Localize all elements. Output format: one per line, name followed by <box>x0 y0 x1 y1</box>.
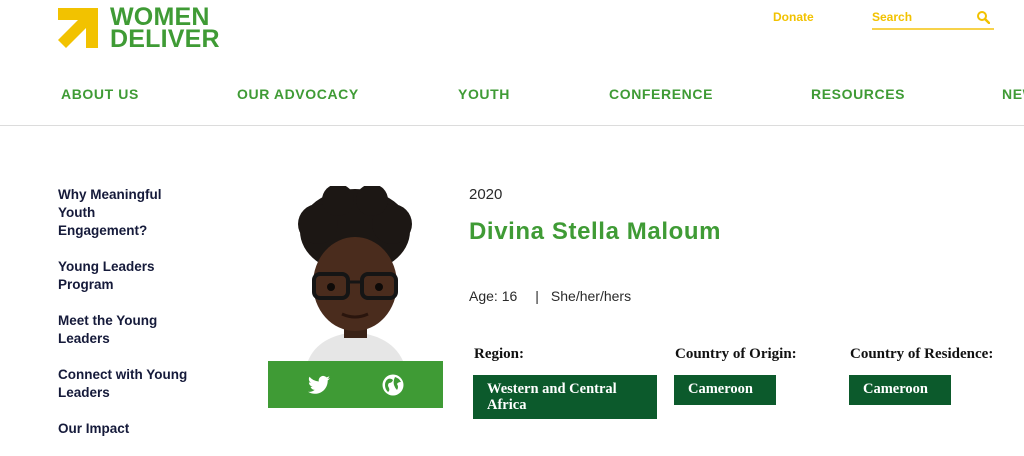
region-tag: Western and Central Africa <box>473 375 657 419</box>
sidebar-item-why-meaningful[interactable]: Why Meaningful Youth Engagement? <box>58 186 188 240</box>
header-divider <box>0 125 1024 126</box>
youth-sidebar: Why Meaningful Youth Engagement? Young L… <box>58 186 188 456</box>
nav-youth[interactable]: YOUTH <box>458 86 510 102</box>
residence-label: Country of Residence: <box>850 346 994 362</box>
leader-pronouns: She/her/hers <box>550 288 632 304</box>
twitter-icon[interactable] <box>307 373 331 397</box>
donate-link[interactable]: Donate <box>773 10 814 24</box>
logo-line-2: DELIVER <box>110 25 220 53</box>
search-icon[interactable] <box>976 10 990 24</box>
profile-photo <box>268 186 443 361</box>
portrait-illustration <box>268 186 443 361</box>
origin-label: Country of Origin: <box>675 346 797 362</box>
leader-meta: Age: 16 | She/her/hers <box>469 288 631 304</box>
nav-resources[interactable]: RESOURCES <box>811 86 905 102</box>
residence-tag: Cameroon <box>849 375 951 405</box>
nav-about-us[interactable]: ABOUT US <box>61 86 139 102</box>
search-input[interactable] <box>872 8 968 26</box>
logo-wordmark: WOMEN DELIVER <box>110 5 220 53</box>
globe-icon[interactable] <box>381 373 405 397</box>
logo-arrow-icon <box>58 8 98 48</box>
sidebar-item-program[interactable]: Young Leaders Program <box>58 258 188 294</box>
origin-tag: Cameroon <box>674 375 776 405</box>
cohort-year: 2020 <box>469 186 503 203</box>
social-links-bar <box>268 361 443 408</box>
search-box <box>872 8 994 30</box>
women-deliver-logo[interactable]: WOMEN DELIVER <box>58 5 220 56</box>
sidebar-item-meet-leaders[interactable]: Meet the Young Leaders <box>58 312 188 348</box>
nav-news[interactable]: NEWS <box>1002 86 1024 102</box>
main-nav: ABOUT US OUR ADVOCACY YOUTH CONFERENCE R… <box>0 86 1024 106</box>
leader-age: Age: 16 <box>469 288 518 304</box>
sidebar-item-connect[interactable]: Connect with Young Leaders <box>58 366 188 402</box>
meta-separator: | <box>535 288 539 304</box>
sidebar-item-our-impact[interactable]: Our Impact <box>58 420 188 438</box>
nav-conference[interactable]: CONFERENCE <box>609 86 713 102</box>
region-label: Region: <box>474 346 524 362</box>
nav-our-advocacy[interactable]: OUR ADVOCACY <box>237 86 359 102</box>
leader-name: Divina Stella Maloum <box>469 218 722 245</box>
